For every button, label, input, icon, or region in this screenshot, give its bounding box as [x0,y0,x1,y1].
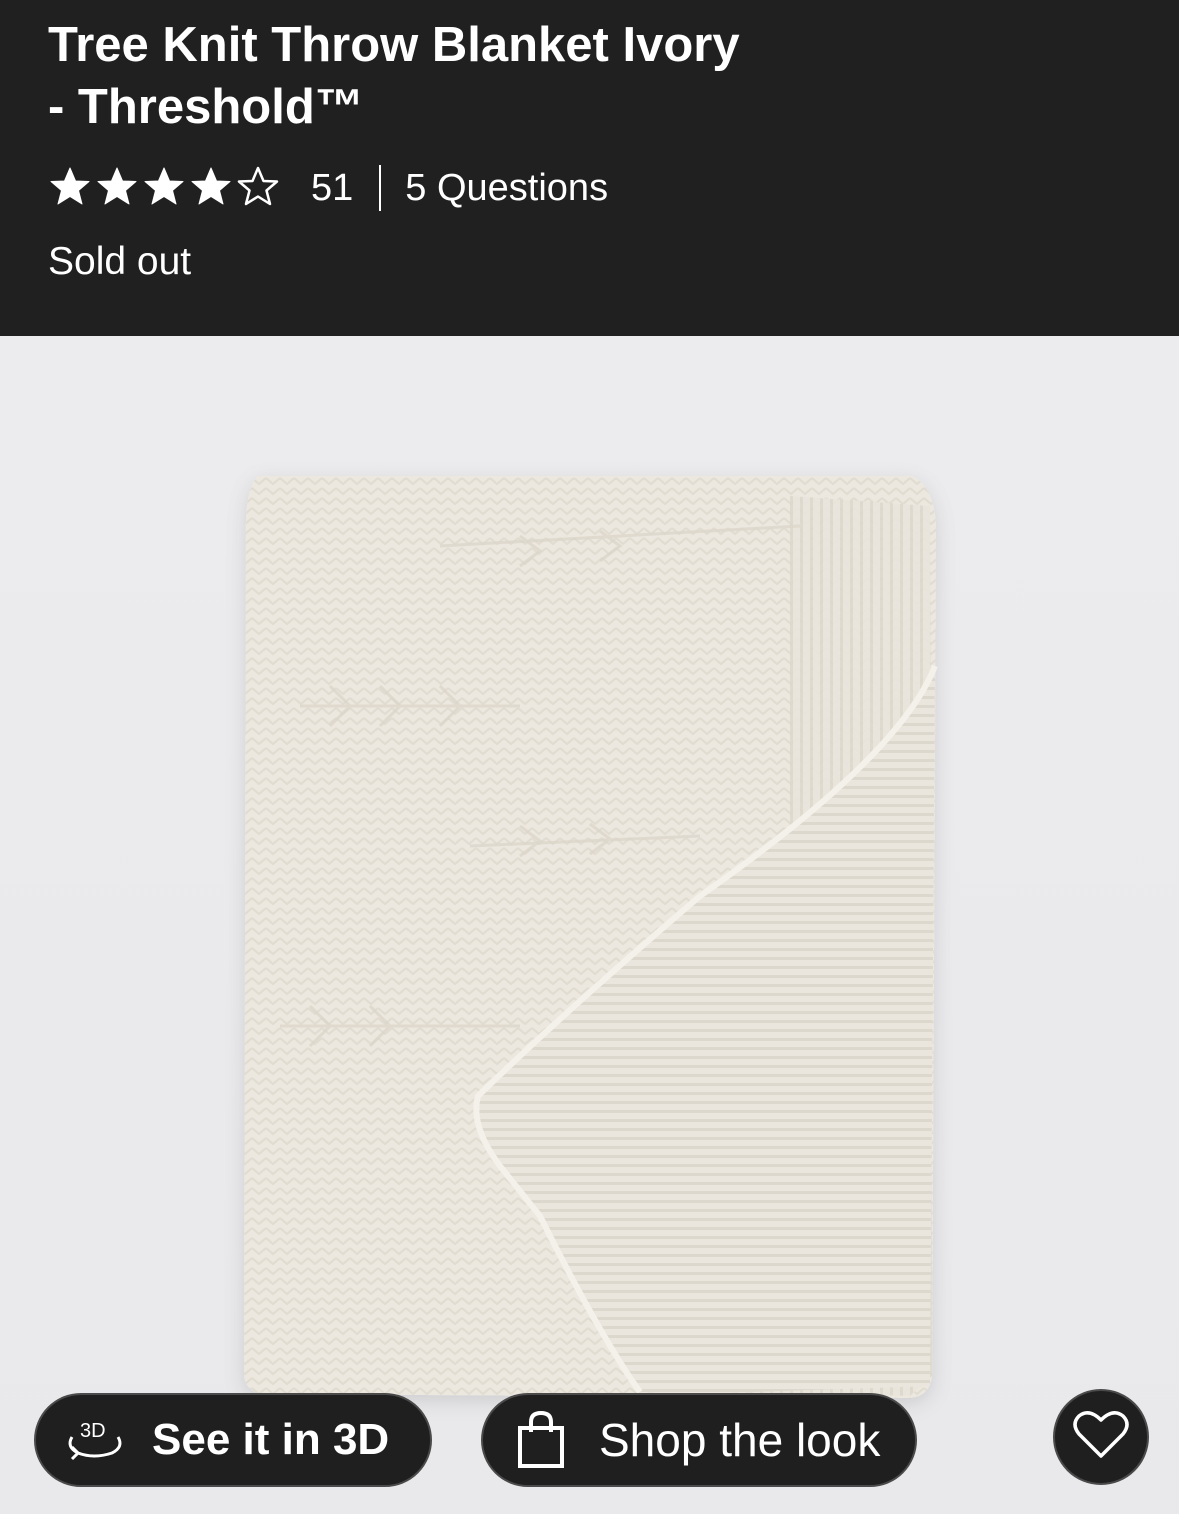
product-title-line1: Tree Knit Throw Blanket Ivory [48,18,740,72]
favorite-button[interactable] [1053,1389,1149,1485]
svg-text:3D: 3D [80,1420,106,1442]
shop-the-look-label: Shop the look [599,1414,881,1466]
3d-rotate-icon: 3D [64,1415,126,1465]
star-filled-icon [142,165,189,211]
product-image[interactable] [0,336,1179,1514]
product-title-line2: - Threshold™ [48,80,364,134]
star-outline-icon [236,165,283,211]
see-in-3d-label: See it in 3D [152,1415,390,1464]
questions-link[interactable]: 5 Questions [405,167,608,210]
review-count[interactable]: 51 [311,167,353,210]
stock-status: Sold out [48,240,192,283]
heart-icon [1073,1410,1129,1465]
product-header: Tree Knit Throw Blanket Ivory - Threshol… [0,0,1179,336]
blanket-photo [244,476,938,1398]
shopping-bag-icon [517,1410,565,1470]
product-title: Tree Knit Throw Blanket Ivory - Threshol… [48,14,948,138]
rating-divider [379,165,382,211]
star-filled-icon [95,165,142,211]
star-filled-icon [189,165,236,211]
rating-row: 51 5 Questions [48,164,608,212]
see-in-3d-button[interactable]: 3D See it in 3D [34,1393,432,1487]
star-filled-icon [48,165,95,211]
star-rating[interactable] [48,165,283,211]
shop-the-look-button[interactable]: Shop the look [481,1393,917,1487]
